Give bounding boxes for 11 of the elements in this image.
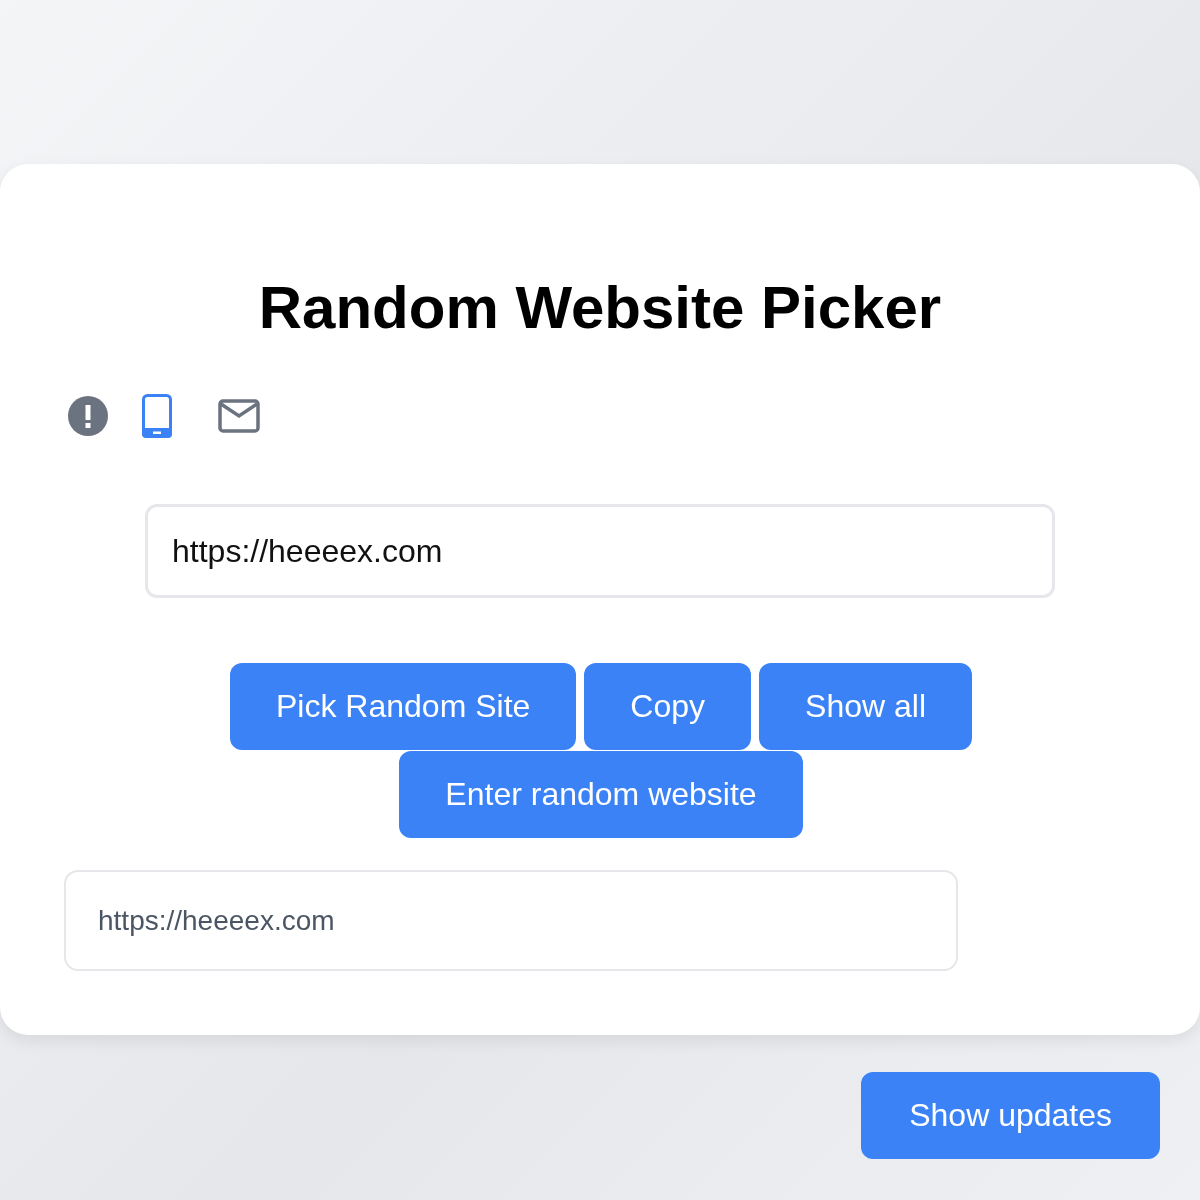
- page-title: Random Website Picker: [257, 273, 943, 343]
- action-button[interactable]: Show all: [759, 663, 972, 750]
- show-updates-button[interactable]: Show updates: [861, 1072, 1160, 1159]
- action-button[interactable]: Copy: [584, 663, 752, 750]
- phone-icon[interactable]: [142, 394, 172, 438]
- mail-icon[interactable]: [218, 399, 260, 433]
- action-button[interactable]: Pick Random Site: [230, 663, 577, 750]
- result-field[interactable]: https://heeeex.com: [64, 870, 958, 971]
- action-button[interactable]: Enter random website: [399, 751, 803, 838]
- alert-icon[interactable]: [68, 396, 108, 436]
- url-input-field[interactable]: https://heeeex.com: [145, 504, 1055, 598]
